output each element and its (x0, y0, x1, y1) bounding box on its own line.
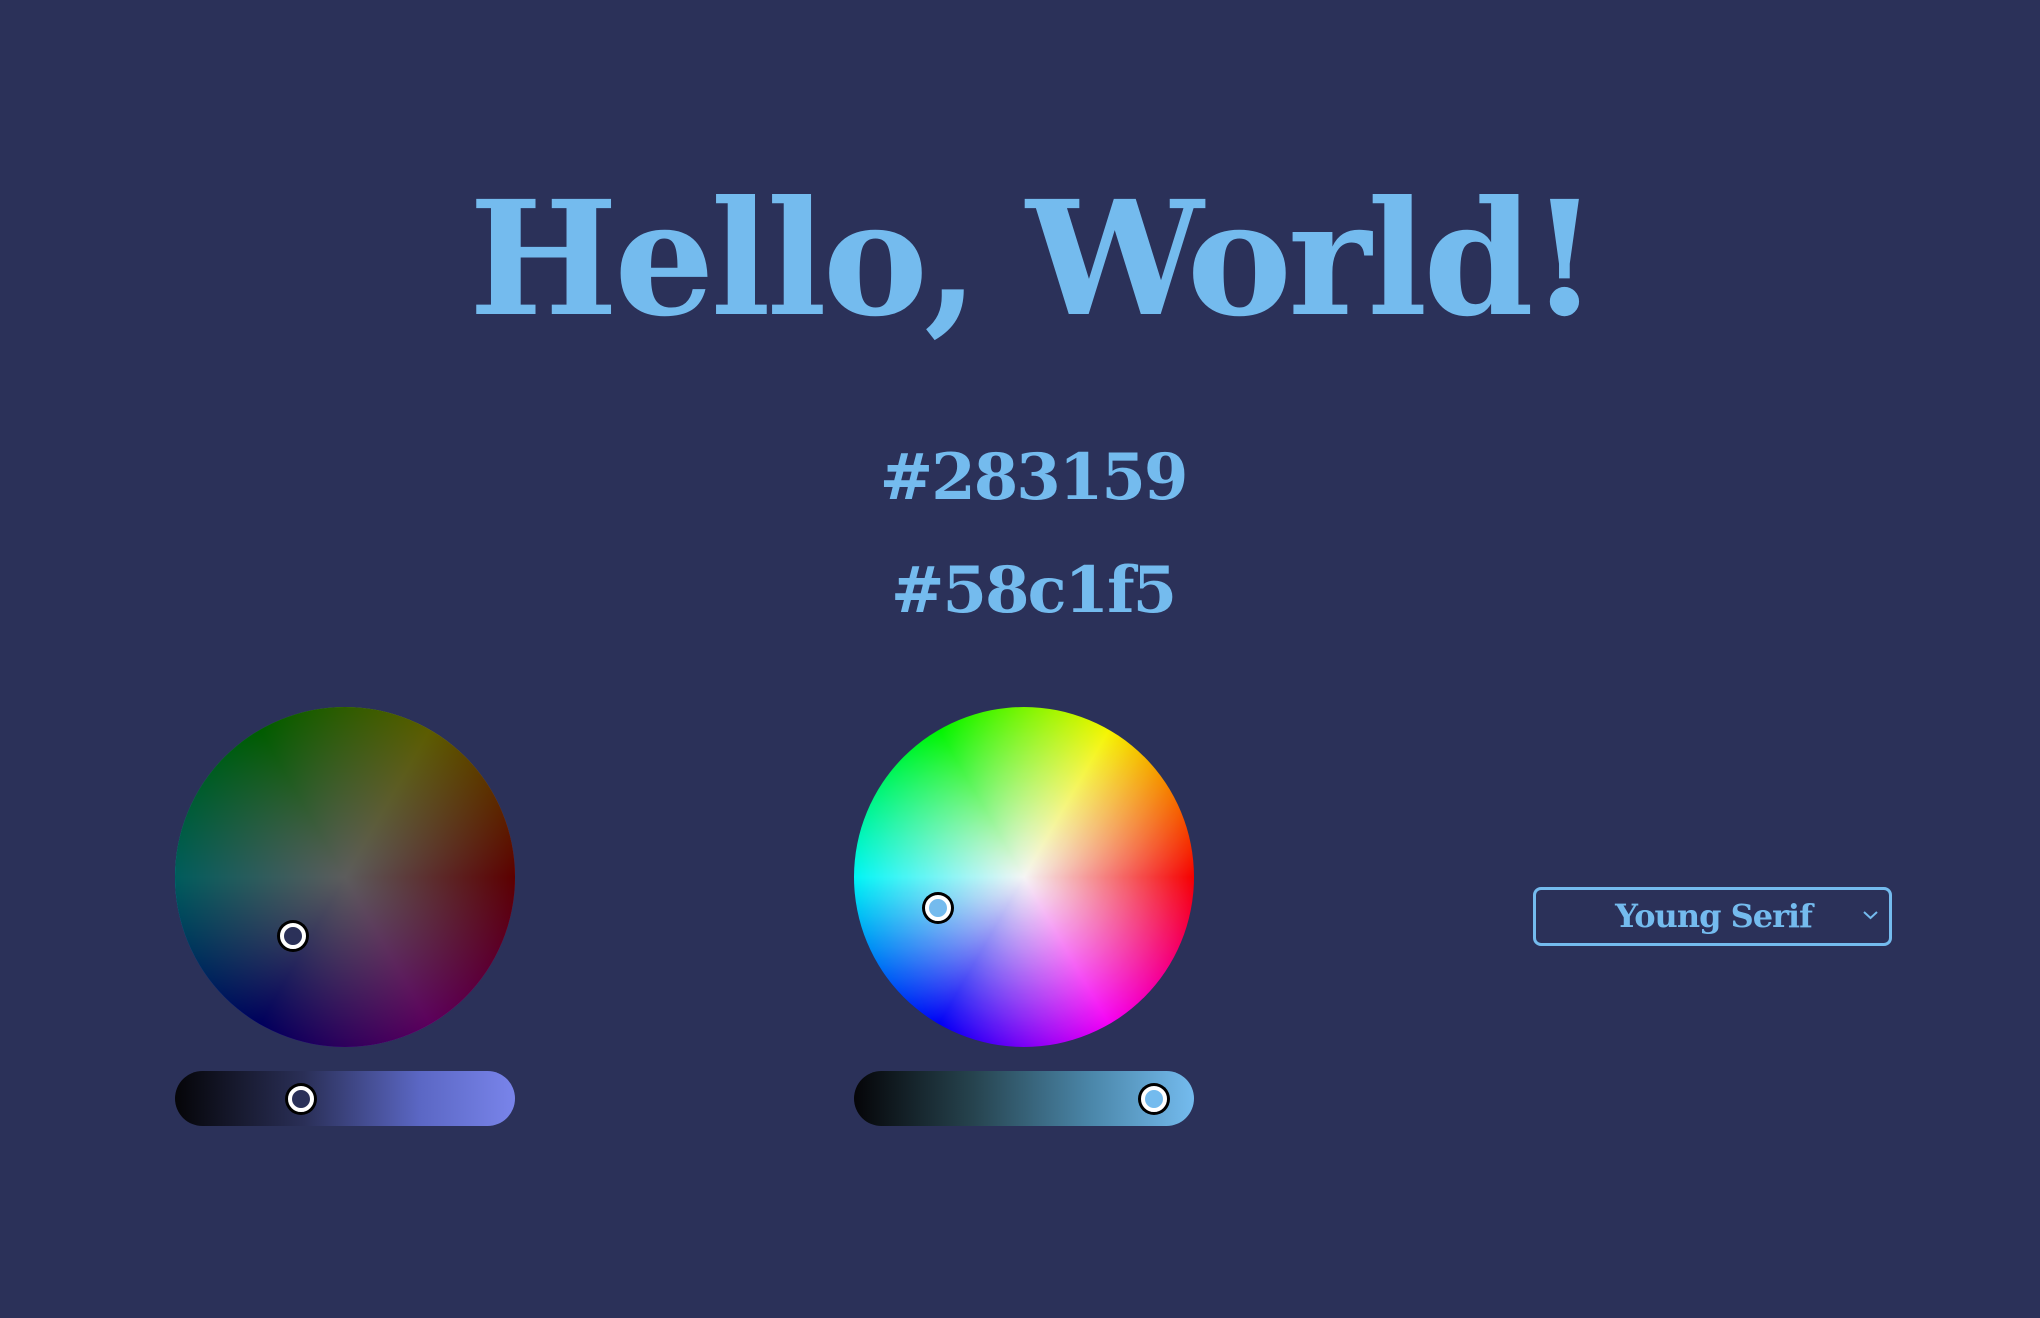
foreground-color-wheel[interactable] (854, 707, 1194, 1047)
page: Hello, World! #283159 #58c1f5 Young Seri… (0, 0, 2040, 1318)
foreground-wheel-handle[interactable] (925, 895, 951, 921)
background-lightness-slider[interactable] (175, 1071, 515, 1126)
background-color-wheel[interactable] (175, 707, 515, 1047)
background-wheel-handle[interactable] (280, 923, 306, 949)
background-hex-value: #283159 (879, 440, 1189, 515)
background-wheel-shade (175, 707, 515, 1047)
font-select-value: Young Serif (1615, 897, 1813, 935)
foreground-hex-value: #58c1f5 (890, 553, 1177, 628)
font-select[interactable]: Young Serif (1533, 887, 1892, 946)
page-heading: Hello, World! (468, 167, 1599, 352)
background-lightness-handle[interactable] (288, 1086, 314, 1112)
chevron-down-icon (1863, 911, 1878, 920)
foreground-wheel-shade (854, 707, 1194, 1047)
foreground-lightness-handle[interactable] (1141, 1086, 1167, 1112)
